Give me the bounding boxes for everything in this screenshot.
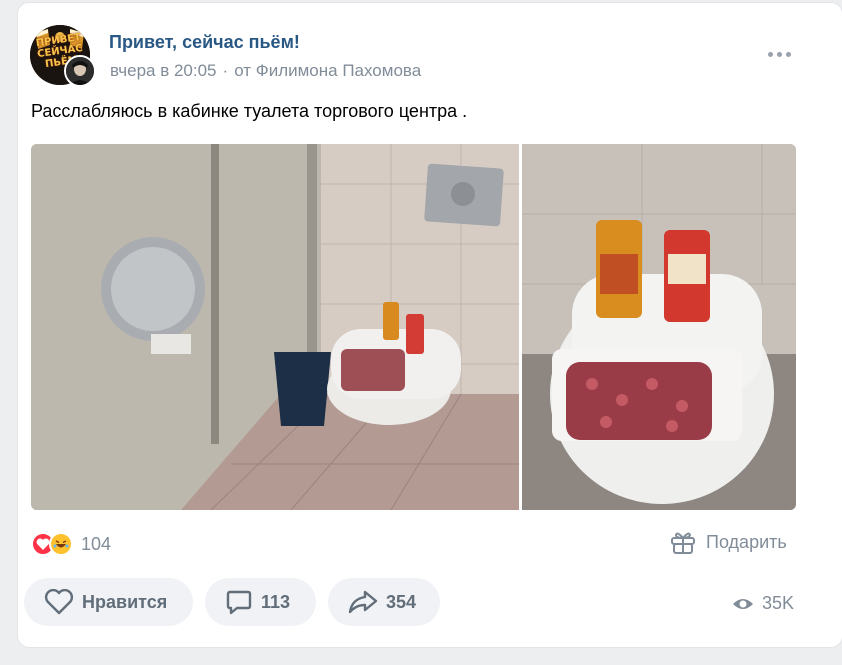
more-options-button[interactable]: [764, 44, 794, 64]
toilet-closeup-photo[interactable]: [522, 144, 796, 510]
comments-count: 113: [261, 591, 291, 612]
post-time[interactable]: вчера в 20:05: [110, 61, 217, 80]
eye-icon: [733, 598, 753, 609]
toilet-stall-photo[interactable]: [31, 144, 519, 510]
dot-icon: [767, 51, 773, 57]
gift-button[interactable]: Подарить: [670, 530, 787, 554]
gift-label: Подарить: [706, 531, 787, 552]
dot-icon: [776, 51, 782, 57]
views-count: 35K: [762, 593, 795, 613]
like-label: Нравится: [82, 591, 168, 612]
views-counter: 35K: [732, 593, 794, 614]
comment-button[interactable]: 113: [205, 578, 316, 626]
like-button[interactable]: Нравится: [24, 578, 193, 626]
post-meta: вчера в 20:05 · от Филимона Пахомова: [110, 61, 421, 81]
dot-icon: [785, 51, 791, 57]
reactions-summary[interactable]: 104: [31, 532, 111, 556]
post-text: Расслабляюсь в кабинке туалета торгового…: [31, 101, 468, 121]
heart-outline-icon: [44, 589, 74, 615]
share-button[interactable]: 354: [328, 578, 440, 626]
author-avatar[interactable]: [64, 55, 96, 87]
shares-count: 354: [386, 591, 417, 612]
post-author[interactable]: от Филимона Пахомова: [234, 61, 421, 80]
reactions-count: 104: [81, 533, 112, 554]
gift-icon: [671, 532, 695, 554]
group-name-link[interactable]: Привет, сейчас пьём!: [109, 32, 300, 53]
laugh-icon: [49, 532, 73, 556]
share-icon: [348, 590, 378, 614]
comment-icon: [226, 590, 252, 615]
meta-separator: ·: [222, 61, 229, 80]
